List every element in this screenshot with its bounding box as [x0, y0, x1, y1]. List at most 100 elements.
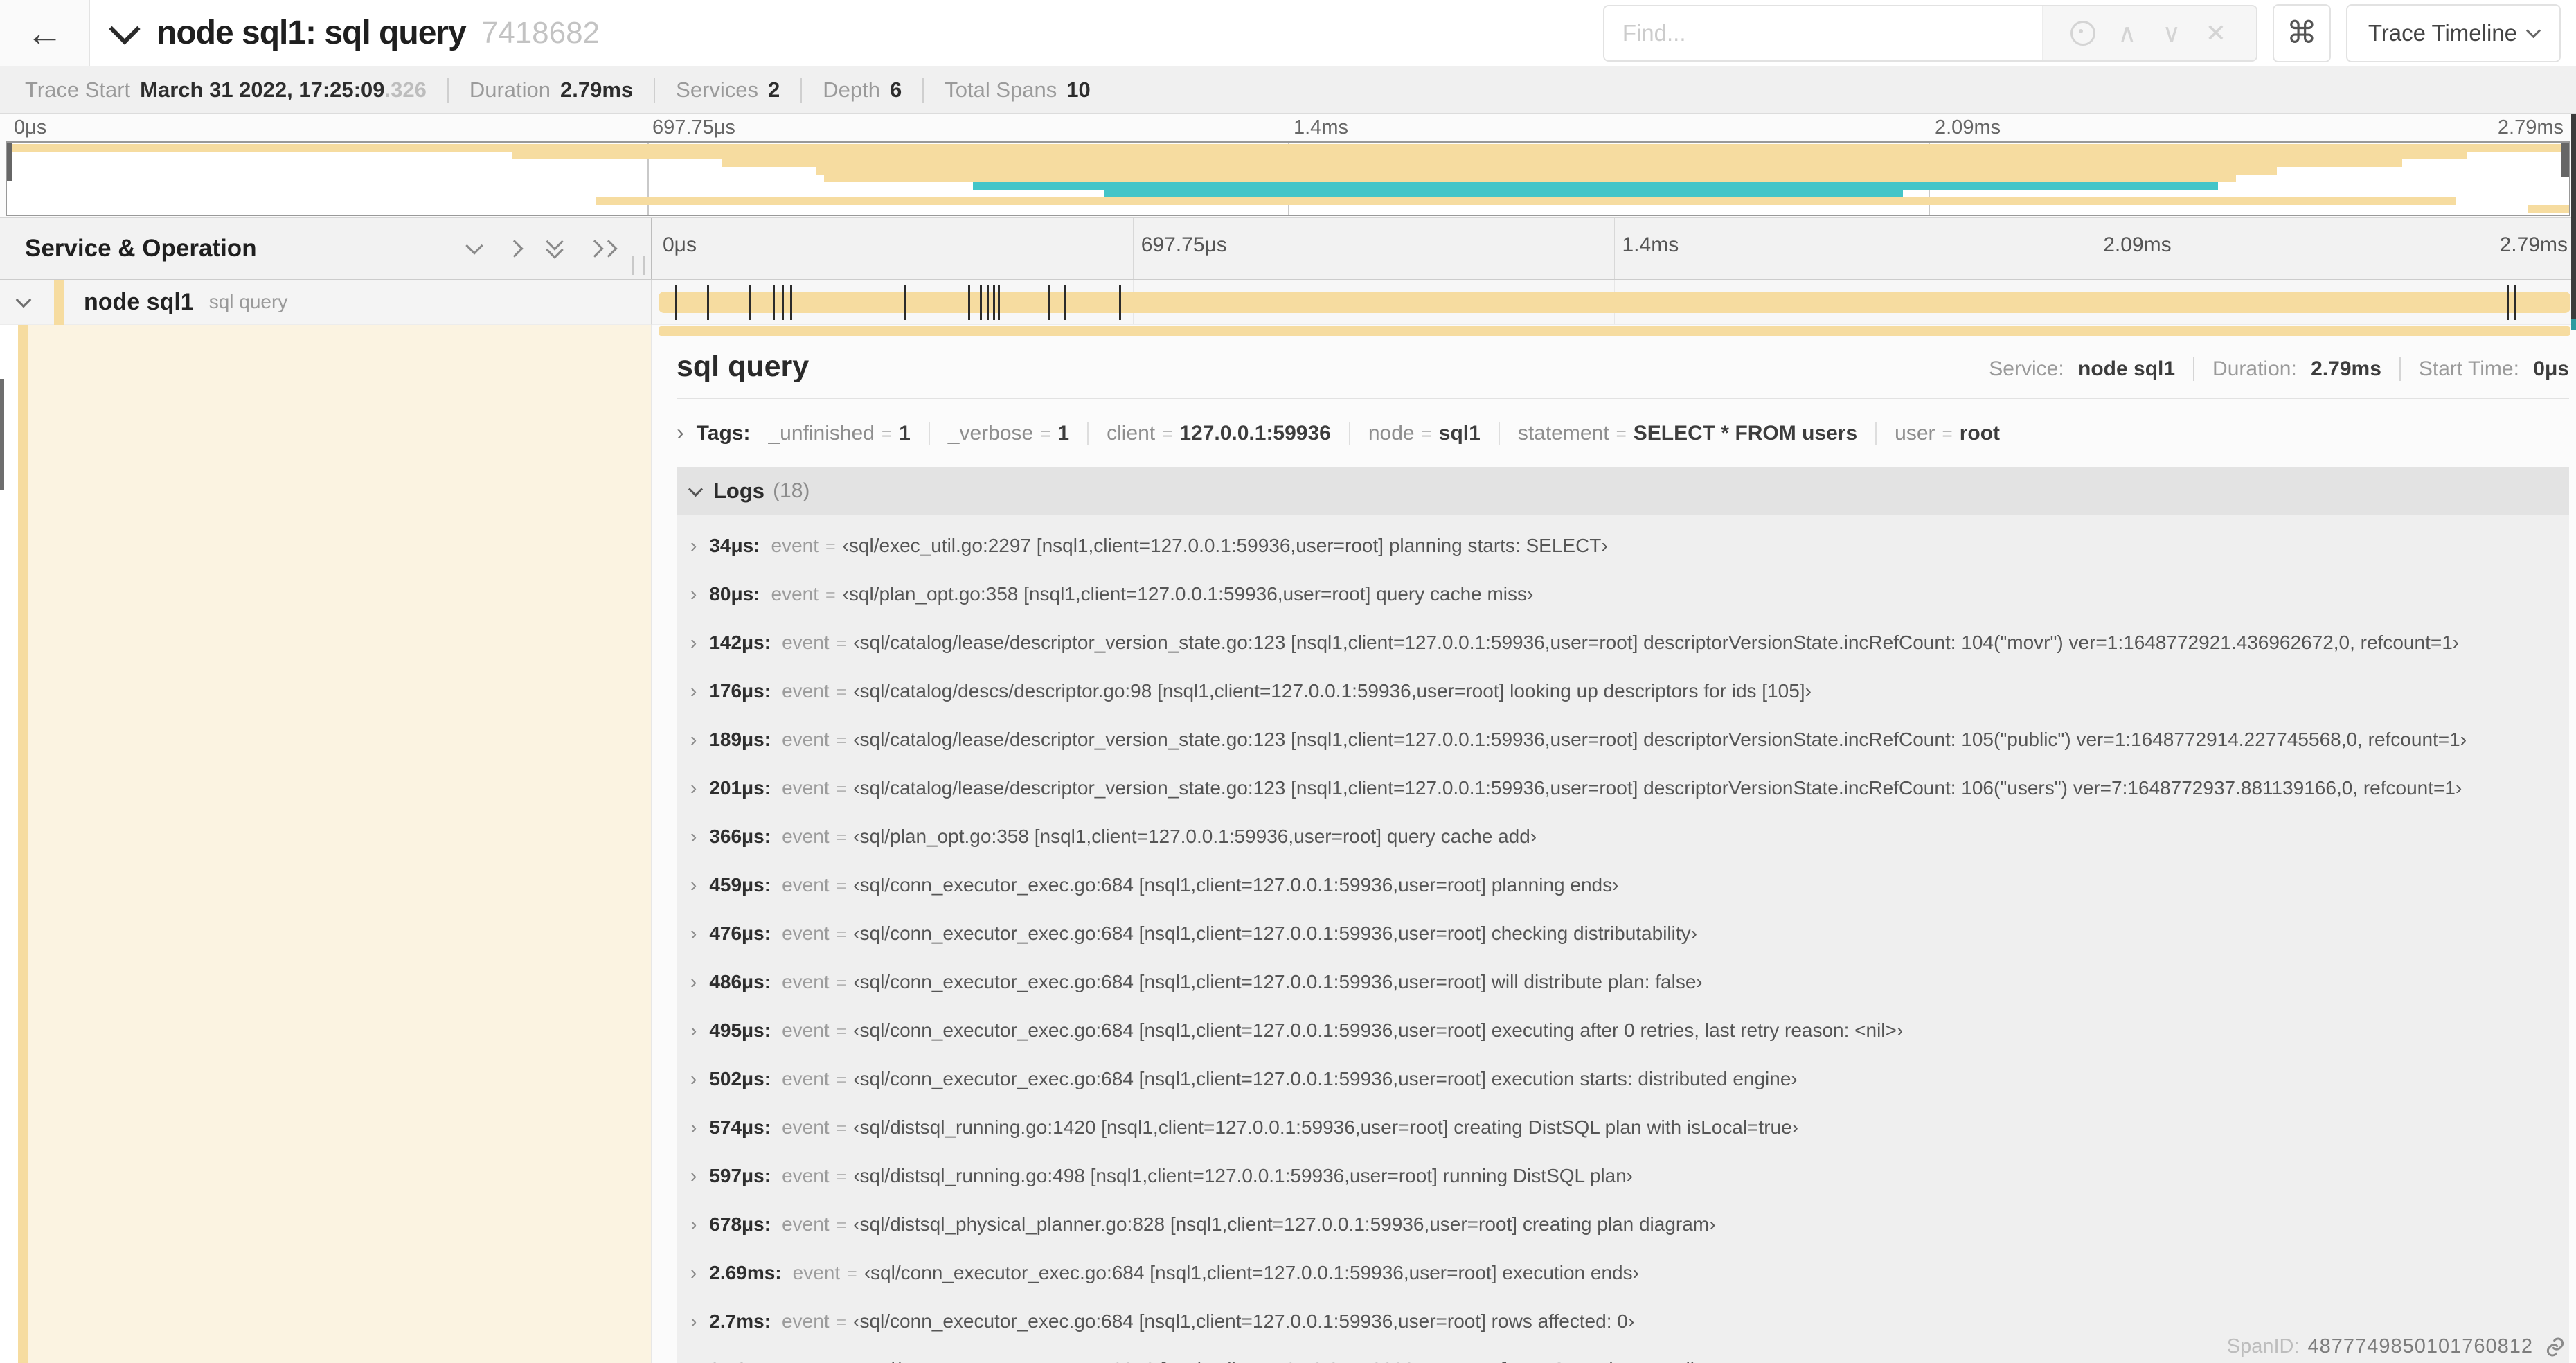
link-icon[interactable] — [2544, 1336, 2566, 1358]
log-row[interactable]: 678μs: event ‹sql/distsql_physical_plann… — [690, 1200, 2569, 1249]
logs-section: Logs (18) 34μs: event ‹sql/exec_util.go:… — [677, 467, 2569, 1363]
collapse-one-icon[interactable] — [465, 237, 483, 255]
log-timestamp: 2.79ms: — [709, 1359, 781, 1363]
log-row[interactable]: 502μs: event ‹sql/conn_executor_exec.go:… — [690, 1055, 2569, 1103]
chevron-down-icon — [2525, 23, 2541, 39]
log-value: ‹sql/conn_executor_exec.go:684 [nsql1,cl… — [853, 1019, 1904, 1041]
log-value: ‹sql/exec_util.go:2297 [nsql1,client=127… — [842, 535, 1608, 556]
trace-view-dropdown[interactable]: Trace Timeline — [2345, 3, 2561, 62]
log-marker-tick — [749, 285, 752, 320]
accordion-scrollbar[interactable] — [0, 379, 4, 490]
keyboard-shortcuts-button[interactable] — [2272, 3, 2331, 62]
log-field: event — [782, 1116, 830, 1138]
collapse-all-icon[interactable] — [546, 233, 564, 259]
chevron-right-icon — [690, 1359, 697, 1363]
minimap-canvas[interactable] — [6, 141, 2570, 216]
log-timestamp: 495μs: — [709, 1019, 771, 1041]
log-field: event — [782, 1068, 830, 1089]
log-value: ‹sql/plan_opt.go:358 [nsql1,client=127.0… — [853, 826, 1537, 847]
log-field: event — [793, 1359, 841, 1363]
span-id-row: SpanID: 4877749850101760812 — [2227, 1335, 2566, 1358]
log-row[interactable]: 189μs: event ‹sql/catalog/lease/descript… — [690, 715, 2569, 764]
span-detail-left-gutter — [0, 325, 651, 1363]
log-field: event — [782, 1165, 830, 1186]
log-row[interactable]: 201μs: event ‹sql/catalog/lease/descript… — [690, 764, 2569, 812]
log-row[interactable]: 476μs: event ‹sql/conn_executor_exec.go:… — [690, 909, 2569, 958]
log-value: ‹sql/catalog/lease/descriptor_version_st… — [853, 777, 2462, 799]
equals-sign — [837, 1022, 847, 1042]
log-marker-tick — [674, 285, 677, 320]
log-row[interactable]: 142μs: event ‹sql/catalog/lease/descript… — [690, 618, 2569, 667]
log-timestamp: 486μs: — [709, 971, 771, 992]
log-marker-tick — [1063, 285, 1066, 320]
find-prev-icon[interactable] — [2105, 19, 2149, 48]
find-input[interactable] — [1604, 6, 2042, 60]
log-row[interactable]: 366μs: event ‹sql/plan_opt.go:358 [nsql1… — [690, 812, 2569, 861]
minimap-span-bar — [1103, 190, 1903, 197]
chevron-right-icon — [690, 1213, 697, 1236]
span-color-bar — [54, 279, 64, 325]
page-scrollbar[interactable] — [2571, 114, 2576, 319]
locate-icon[interactable] — [2061, 20, 2105, 46]
timeline-gridline — [1132, 218, 1134, 279]
chevron-right-icon — [690, 729, 697, 751]
chevron-right-icon — [690, 1165, 697, 1187]
chevron-right-icon — [690, 1019, 697, 1042]
log-value: ‹sql/conn_executor_exec.go:684 [nsql1,cl… — [853, 874, 1619, 896]
trace-duration: Duration 2.79ms — [447, 77, 633, 103]
tag-item: node sql1 — [1348, 422, 1481, 445]
service-operation-title: Service & Operation — [25, 235, 257, 262]
tag-item: _verbose 1 — [928, 422, 1069, 445]
log-row[interactable]: 176μs: event ‹sql/catalog/descs/descript… — [690, 667, 2569, 715]
log-field: event — [782, 971, 830, 992]
log-row[interactable]: 2.69ms: event ‹sql/conn_executor_exec.go… — [690, 1249, 2569, 1297]
minimap-left-drag-handle[interactable] — [7, 143, 12, 181]
span-duration-bar[interactable] — [659, 292, 2570, 313]
log-row[interactable]: 597μs: event ‹sql/distsql_running.go:498… — [690, 1152, 2569, 1200]
equals-sign — [837, 828, 847, 848]
logs-header[interactable]: Logs (18) — [677, 467, 2569, 515]
minimap-right-drag-handle[interactable] — [2561, 143, 2569, 177]
equals-sign — [1942, 423, 1953, 445]
log-row[interactable]: 486μs: event ‹sql/conn_executor_exec.go:… — [690, 958, 2569, 1006]
chevron-down-icon[interactable] — [15, 292, 32, 308]
equals-sign — [882, 423, 892, 445]
timeline-header-row: Service & Operation 0μs 697.75μs 1.4ms 2… — [0, 217, 2576, 280]
log-timestamp: 678μs: — [709, 1213, 771, 1235]
span-detail-panel: sql query Service: node sql1 Duration: 2… — [651, 325, 2576, 1363]
span-timeline-cell[interactable] — [652, 280, 2576, 325]
tag-item: _unfinished 1 — [768, 422, 910, 445]
expand-all-icon[interactable] — [586, 240, 618, 258]
equals-sign — [837, 1215, 847, 1236]
chevron-down-icon[interactable] — [109, 12, 141, 45]
span-name-cell[interactable]: node sql1 sql query — [0, 279, 652, 325]
log-row[interactable]: 495μs: event ‹sql/conn_executor_exec.go:… — [690, 1006, 2569, 1055]
equals-sign — [1616, 423, 1627, 445]
log-field: event — [792, 1262, 841, 1283]
log-row[interactable]: 459μs: event ‹sql/conn_executor_exec.go:… — [690, 861, 2569, 909]
log-row[interactable]: 574μs: event ‹sql/distsql_running.go:142… — [690, 1103, 2569, 1152]
logs-count: (18) — [773, 479, 810, 502]
tags-row[interactable]: Tags: _unfinished 1 _verbose 1 client — [677, 420, 2569, 445]
back-button[interactable] — [0, 0, 90, 66]
trace-start: Trace Start March 31 2022, 17:25:09 .326 — [25, 77, 427, 102]
find-box — [1602, 4, 2257, 62]
log-timestamp: 459μs: — [709, 874, 771, 896]
find-suffix — [2041, 6, 2256, 60]
column-resizer[interactable] — [632, 256, 645, 275]
find-next-icon[interactable] — [2149, 19, 2194, 48]
log-field: event — [782, 923, 830, 944]
log-marker-tick — [1047, 285, 1050, 320]
find-clear-icon[interactable] — [2194, 19, 2238, 48]
chevron-right-icon — [690, 680, 697, 702]
log-row[interactable]: 80μs: event ‹sql/plan_opt.go:358 [nsql1,… — [690, 570, 2569, 618]
log-value: ‹sql/distsql_physical_planner.go:828 [ns… — [853, 1213, 1716, 1235]
expand-one-icon[interactable] — [506, 240, 524, 258]
trace-services: Services 2 — [654, 77, 780, 103]
timeline-tick: 1.4ms — [1622, 233, 1679, 256]
log-timestamp: 502μs: — [709, 1068, 771, 1089]
log-timestamp: 574μs: — [709, 1116, 771, 1138]
log-row[interactable]: 34μs: event ‹sql/exec_util.go:2297 [nsql… — [690, 522, 2569, 570]
span-detail-card: sql query Service: node sql1 Duration: 2… — [677, 350, 2569, 1363]
span-detail-row: sql query Service: node sql1 Duration: 2… — [0, 325, 2576, 1363]
